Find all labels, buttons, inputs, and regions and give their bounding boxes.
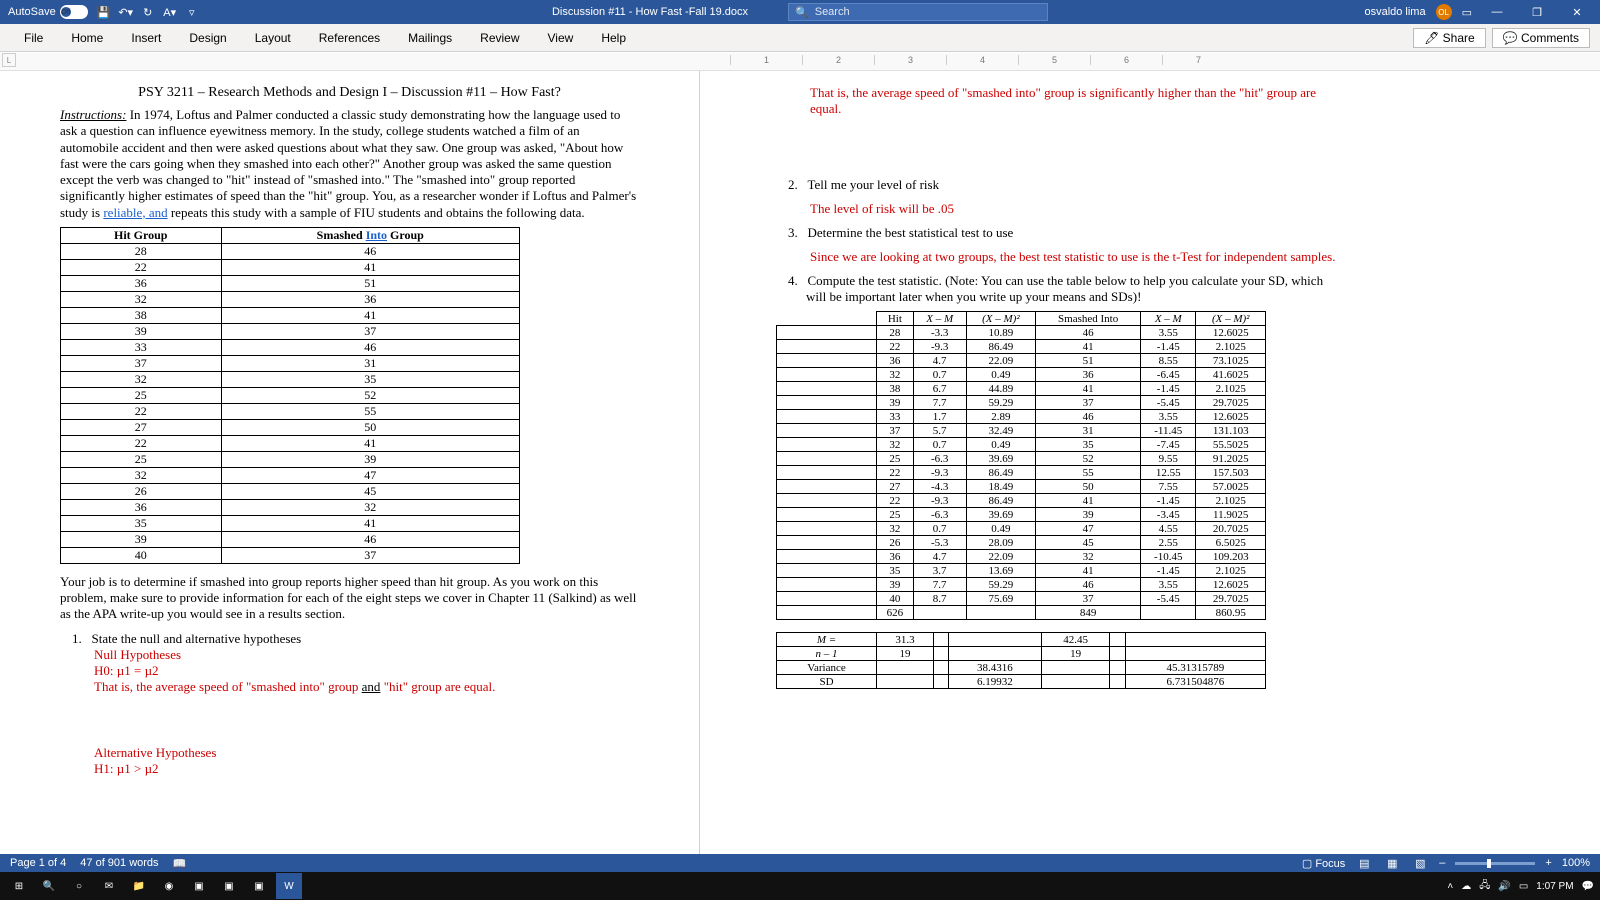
status-bar: Page 1 of 4 47 of 901 words 📖 ▢ Focus ▤ … — [0, 854, 1600, 872]
cortana-icon[interactable]: ○ — [66, 873, 92, 899]
taskbar: ⊞ 🔍 ○ ✉ 📁 ◉ ▣ ▣ ▣ W ˄ ☁ 🖧 🔊 ▭ 1:07 PM 💬 — [0, 872, 1600, 900]
read-mode-icon[interactable]: ▦ — [1383, 856, 1401, 870]
mail-icon[interactable]: ✉ — [96, 873, 122, 899]
cloud-icon[interactable]: ☁ — [1461, 881, 1471, 892]
tab-home[interactable]: Home — [57, 24, 117, 52]
save-icon[interactable]: 💾 — [96, 4, 112, 20]
ruler[interactable]: L 1234567 — [0, 53, 1600, 71]
start-button[interactable]: ⊞ — [6, 873, 32, 899]
q1: 1. State the null and alternative hypoth… — [90, 631, 639, 647]
page-indicator[interactable]: Page 1 of 4 — [10, 857, 66, 869]
tab-design[interactable]: Design — [175, 24, 240, 52]
focus-mode[interactable]: ▢ Focus — [1302, 857, 1345, 870]
word-icon[interactable]: W — [276, 873, 302, 899]
stats-table: Hit X – M (X – M)² Smashed Into X – M (X… — [776, 311, 1266, 620]
clock[interactable]: 1:07 PM — [1536, 881, 1573, 892]
comments-button[interactable]: 💬 Comments — [1492, 28, 1590, 48]
tab-file[interactable]: File — [10, 24, 57, 52]
volume-icon[interactable]: 🔊 — [1498, 881, 1510, 892]
zoom-out[interactable]: – — [1439, 857, 1445, 869]
close-button[interactable]: ✕ — [1562, 6, 1592, 19]
font-icon[interactable]: A▾ — [162, 4, 178, 20]
chrome-icon[interactable]: ◉ — [156, 873, 182, 899]
zoom-level[interactable]: 100% — [1562, 857, 1590, 869]
data-table: Hit Group Smashed Into Group 28462241365… — [60, 227, 520, 564]
autosave-label: AutoSave — [8, 6, 56, 18]
job-text: Your job is to determine if smashed into… — [60, 574, 639, 623]
th-smashed: Smashed Into Group — [221, 227, 519, 243]
alt-block: Alternative Hypotheses H1: µ1 > µ2 — [94, 745, 639, 777]
overflow-icon[interactable]: ▿ — [184, 4, 200, 20]
search-icon: 🔍 — [795, 6, 809, 19]
summary-table: M =31.342.45n – 11919Variance38.431645.3… — [776, 632, 1266, 689]
tab-mailings[interactable]: Mailings — [394, 24, 466, 52]
explorer-icon[interactable]: 📁 — [126, 873, 152, 899]
notifications-icon[interactable]: 💬 — [1582, 881, 1594, 892]
page-1-continued[interactable]: That is, the average speed of "smashed i… — [700, 71, 1400, 855]
q2: 2. Tell me your level of risk — [806, 177, 1340, 193]
print-layout-icon[interactable]: ▤ — [1355, 856, 1373, 870]
title-bar: AutoSave Off 💾 ↶▾ ↻ A▾ ▿ Discussion #11 … — [0, 0, 1600, 24]
quick-access-toolbar: 💾 ↶▾ ↻ A▾ ▿ — [96, 4, 200, 20]
h1-expl: That is, the average speed of "smashed i… — [810, 85, 1340, 117]
page-1[interactable]: PSY 3211 – Research Methods and Design I… — [0, 71, 700, 855]
restore-button[interactable]: ❐ — [1522, 6, 1552, 19]
word-count[interactable]: 47 of 901 words — [80, 857, 158, 869]
app-icon-3[interactable]: ▣ — [246, 873, 272, 899]
tab-insert[interactable]: Insert — [117, 24, 175, 52]
document-area: PSY 3211 – Research Methods and Design I… — [0, 71, 1600, 855]
web-layout-icon[interactable]: ▧ — [1411, 856, 1429, 870]
search-icon[interactable]: 🔍 — [36, 873, 62, 899]
user-name: osvaldo lima — [1364, 6, 1425, 18]
instructions: Instructions: In 1974, Loftus and Palmer… — [60, 107, 639, 221]
share-button[interactable]: 🖊 Share — [1413, 28, 1486, 48]
tab-view[interactable]: View — [534, 24, 588, 52]
app-icon-2[interactable]: ▣ — [216, 873, 242, 899]
toggle-pill[interactable]: Off — [60, 5, 88, 19]
battery-icon[interactable]: ▭ — [1519, 881, 1528, 892]
tab-review[interactable]: Review — [466, 24, 533, 52]
document-title: Discussion #11 - How Fast -Fall 19.docx — [552, 6, 748, 18]
tab-stop-button[interactable]: L — [2, 53, 16, 67]
network-icon[interactable]: 🖧 — [1479, 878, 1490, 895]
doc-heading: PSY 3211 – Research Methods and Design I… — [60, 85, 639, 101]
null-block: Null Hypotheses H0: µ1 = µ2 That is, the… — [94, 647, 639, 695]
q4: 4. Compute the test statistic. (Note: Yo… — [806, 273, 1340, 305]
zoom-in[interactable]: + — [1545, 857, 1551, 869]
ribbon: File Home Insert Design Layout Reference… — [0, 24, 1600, 52]
user-avatar[interactable]: OL — [1436, 4, 1452, 20]
ribbon-display-icon[interactable]: ▭ — [1462, 6, 1472, 19]
proofing-icon[interactable]: 📖 — [173, 857, 187, 870]
tab-help[interactable]: Help — [587, 24, 640, 52]
q3: 3. Determine the best statistical test t… — [806, 225, 1340, 241]
tab-layout[interactable]: Layout — [241, 24, 305, 52]
minimize-button[interactable]: — — [1482, 6, 1512, 18]
autosave-toggle[interactable]: AutoSave Off — [8, 5, 88, 19]
tray-chevron-icon[interactable]: ˄ — [1447, 881, 1453, 892]
zoom-slider[interactable] — [1455, 862, 1535, 865]
th-hit: Hit Group — [61, 227, 222, 243]
undo-icon[interactable]: ↶▾ — [118, 4, 134, 20]
app-icon-1[interactable]: ▣ — [186, 873, 212, 899]
toggle-knob: Off — [61, 7, 71, 17]
search-input[interactable]: 🔍 Search — [788, 3, 1048, 21]
tab-references[interactable]: References — [305, 24, 394, 52]
redo-icon[interactable]: ↻ — [140, 4, 156, 20]
a2: The level of risk will be .05 — [810, 201, 1340, 217]
search-placeholder: Search — [815, 6, 850, 18]
a3: Since we are looking at two groups, the … — [810, 249, 1340, 265]
